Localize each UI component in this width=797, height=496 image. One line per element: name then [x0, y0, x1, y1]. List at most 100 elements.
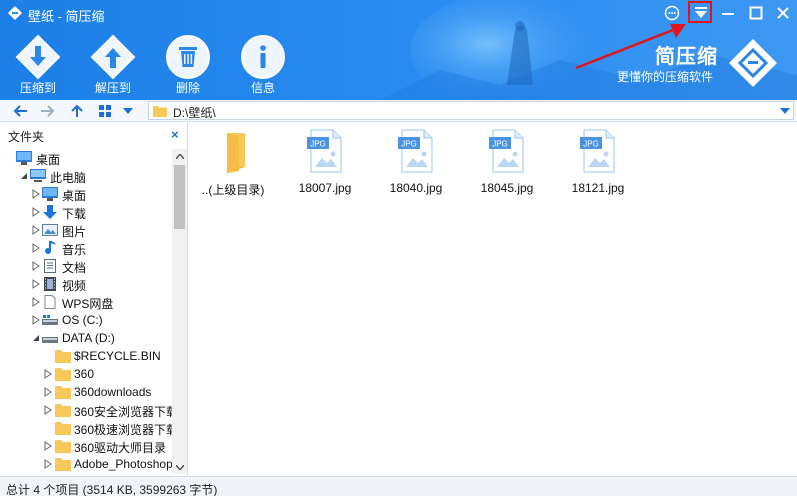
file-item-18045-jpg[interactable]: JPG 18045.jpg — [467, 127, 547, 202]
file-name: 18121.jpg — [571, 181, 625, 195]
desktop-icon — [16, 151, 32, 165]
menu-button-highlight-box — [688, 1, 712, 23]
collapsed-triangle-icon — [44, 441, 52, 451]
back-button[interactable] — [10, 102, 30, 120]
file-name: 18040.jpg — [389, 181, 443, 195]
up-level-button[interactable] — [67, 102, 87, 120]
sidebar-close-button[interactable]: × — [171, 127, 179, 142]
file-item-18007-jpg[interactable]: JPG 18007.jpg — [285, 127, 365, 202]
tree-item-label: OS (C:) — [62, 313, 103, 327]
tree-item-folder-360-safe-browser[interactable]: 360安全浏览器下载 — [0, 401, 172, 419]
tree-item-label: 文档 — [62, 261, 87, 275]
maximize-button[interactable] — [744, 2, 768, 24]
tree-item-label: $RECYCLE.BIN — [74, 349, 161, 363]
tree-item-folder-adobe-photoshop[interactable]: Adobe_Photoshop — [0, 455, 172, 473]
extract-to-button[interactable]: 解压到 — [85, 34, 141, 96]
scroll-down-button[interactable] — [172, 460, 187, 474]
desktop-icon — [42, 187, 58, 201]
view-mode-button[interactable] — [95, 102, 115, 120]
tree-item-desktop[interactable]: 桌面 — [0, 185, 172, 203]
file-name: ..(上级目录) — [201, 183, 265, 197]
delete-label: 删除 — [175, 81, 200, 95]
app-logo-icon — [8, 6, 22, 20]
collapsed-triangle-icon — [32, 279, 40, 289]
tree-item-desktop-root[interactable]: 桌面 — [0, 149, 172, 167]
tree-item-wps-drive[interactable]: WPS网盘 — [0, 293, 172, 311]
collapsed-triangle-icon — [44, 405, 52, 415]
compress-to-button[interactable]: 压缩到 — [10, 34, 66, 96]
jpg-file-icon: JPG — [398, 129, 433, 173]
chevron-down-icon — [123, 108, 133, 114]
info-icon — [241, 35, 285, 79]
extract-to-label: 解压到 — [94, 81, 131, 95]
tree-item-videos[interactable]: 视频 — [0, 275, 172, 293]
maximize-icon — [749, 6, 763, 20]
music-note-icon — [45, 241, 56, 255]
chat-bubble-icon — [664, 5, 680, 21]
tree-item-drive-c[interactable]: OS (C:) — [0, 311, 172, 329]
tree-item-drive-d[interactable]: DATA (D:) — [0, 329, 172, 347]
collapsed-triangle-icon — [44, 387, 52, 397]
scroll-up-button[interactable] — [172, 149, 187, 163]
minimize-button[interactable] — [716, 2, 740, 24]
folder-icon — [55, 404, 71, 417]
collapsed-triangle-icon — [32, 189, 40, 199]
chevron-down-icon[interactable] — [780, 108, 790, 114]
folder-tree: 桌面 此电脑 桌面 下载 图片 音乐 文档 视频 WPS网盘 OS (C:) D… — [0, 149, 172, 474]
window-title: 壁纸 - 简压缩 — [28, 9, 105, 24]
tree-item-label: 360驱动大师目录 — [74, 441, 167, 455]
collapsed-triangle-icon — [44, 459, 52, 469]
info-button[interactable]: 信息 — [235, 34, 291, 96]
address-path: D:\壁纸\ — [173, 106, 216, 120]
grid-view-icon — [99, 105, 111, 117]
collapsed-triangle-icon — [32, 261, 40, 271]
folder-icon — [55, 350, 71, 363]
tree-item-label: DATA (D:) — [62, 331, 115, 345]
tree-item-pictures[interactable]: 图片 — [0, 221, 172, 239]
folder-icon — [55, 440, 71, 453]
title-bar: 壁纸 - 简压缩 — [0, 0, 797, 26]
file-item-18121-jpg[interactable]: JPG 18121.jpg — [558, 127, 638, 202]
file-list-area: ..(上级目录) JPG 18007.jpg JPG 18040.jpg JPG… — [193, 123, 797, 476]
close-button[interactable] — [771, 2, 795, 24]
extract-icon — [90, 34, 136, 80]
file-item-parent-directory[interactable]: ..(上级目录) — [193, 127, 273, 202]
tree-item-folder-360-driver[interactable]: 360驱动大师目录 — [0, 437, 172, 455]
download-arrow-icon — [43, 205, 57, 219]
tree-item-downloads[interactable]: 下载 — [0, 203, 172, 221]
computer-icon — [30, 169, 46, 182]
blank-page-icon — [44, 295, 56, 309]
arrow-left-icon — [13, 105, 27, 117]
file-type-label: JPG — [401, 140, 417, 149]
feedback-button[interactable] — [660, 2, 684, 24]
jpg-file-icon: JPG — [307, 129, 342, 173]
tree-item-label: 桌面 — [62, 189, 87, 203]
tree-item-music[interactable]: 音乐 — [0, 239, 172, 257]
tree-item-folder-360downloads[interactable]: 360downloads — [0, 383, 172, 401]
compress-to-label: 压缩到 — [19, 81, 56, 95]
sidebar-scrollbar[interactable] — [172, 149, 187, 474]
collapsed-triangle-icon — [32, 315, 40, 325]
address-bar[interactable]: D:\壁纸\ — [148, 101, 794, 120]
tree-item-recycle-bin[interactable]: $RECYCLE.BIN — [0, 347, 172, 365]
tree-item-label: 此电脑 — [50, 171, 87, 185]
tree-item-folder-360[interactable]: 360 — [0, 365, 172, 383]
picture-icon — [42, 224, 58, 236]
file-item-18040-jpg[interactable]: JPG 18040.jpg — [376, 127, 456, 202]
tree-item-documents[interactable]: 文档 — [0, 257, 172, 275]
tree-item-folder-360-speed-browser[interactable]: 360极速浏览器下载 — [0, 419, 172, 437]
forward-button[interactable] — [38, 102, 58, 120]
collapsed-triangle-icon — [32, 243, 40, 253]
scroll-thumb[interactable] — [174, 165, 185, 229]
folder-icon — [55, 386, 71, 399]
status-bar: 总计 4 个项目 (3514 KB, 3599263 字节) — [0, 476, 797, 496]
delete-button[interactable]: 删除 — [160, 34, 216, 96]
tree-item-this-pc[interactable]: 此电脑 — [0, 167, 172, 185]
view-mode-dropdown[interactable] — [120, 102, 136, 120]
sidebar-title: 文件夹 — [8, 130, 45, 144]
close-icon — [777, 7, 789, 19]
tree-item-label: Adobe_Photoshop — [74, 457, 172, 471]
folder-icon — [153, 106, 167, 117]
folder-icon — [55, 458, 71, 471]
tree-item-label: 360安全浏览器下载 — [74, 405, 172, 419]
